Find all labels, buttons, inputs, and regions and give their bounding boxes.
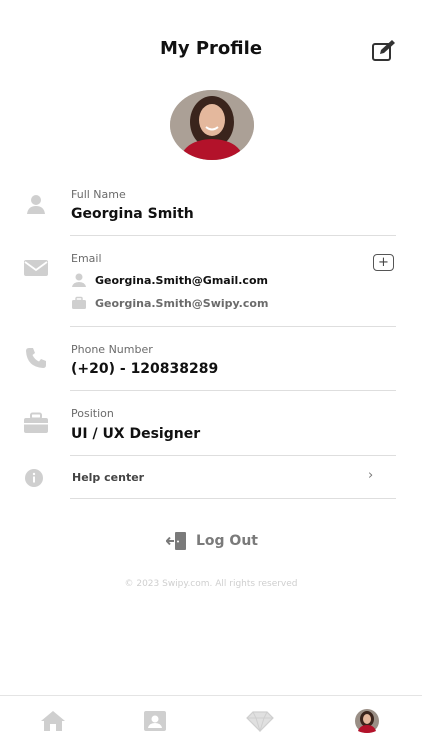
- bottom-tab-bar: [0, 695, 422, 750]
- divider: [70, 390, 396, 391]
- id-card-icon: [144, 711, 166, 731]
- edit-icon: [372, 40, 395, 61]
- tab-premium[interactable]: [245, 708, 275, 734]
- position-label: Position: [71, 407, 114, 420]
- phone-label: Phone Number: [71, 343, 153, 356]
- help-center-item[interactable]: Help center ›: [20, 464, 400, 492]
- phone-icon: [22, 344, 50, 372]
- divider: [70, 326, 396, 327]
- divider: [70, 235, 396, 236]
- page-title: My Profile: [159, 38, 263, 59]
- help-center-label: Help center: [72, 471, 145, 484]
- info-icon: [25, 469, 43, 487]
- divider: [70, 455, 396, 456]
- add-email-button[interactable]: +: [373, 254, 394, 271]
- chevron-right-icon: ›: [368, 468, 374, 483]
- avatar-photo: [170, 90, 254, 160]
- diamond-icon: [246, 711, 274, 732]
- home-icon: [41, 711, 65, 731]
- logout-button[interactable]: Log Out: [166, 530, 258, 552]
- profile-avatar[interactable]: [170, 90, 254, 160]
- logout-icon: [166, 532, 186, 550]
- edit-profile-button[interactable]: [370, 38, 398, 64]
- phone-value: (+20) - 120838289: [71, 361, 219, 377]
- avatar: [355, 709, 379, 733]
- full-name-value: Georgina Smith: [71, 206, 194, 222]
- person-icon: [72, 273, 86, 287]
- divider: [70, 498, 396, 499]
- tab-contacts[interactable]: [140, 708, 170, 734]
- briefcase-icon: [72, 296, 86, 309]
- email-label: Email: [71, 252, 102, 265]
- person-icon: [22, 190, 50, 218]
- copyright-text: © 2023 Swipy.com. All rights reserved: [124, 579, 298, 589]
- copyright-note: © 2023 Swipy.com. All rights reserved: [0, 579, 422, 589]
- email-primary-value: Georgina.Smith@Gmail.com: [95, 273, 268, 287]
- tab-home[interactable]: [38, 708, 68, 734]
- email-primary-row: Georgina.Smith@Gmail.com: [71, 272, 268, 288]
- email-secondary-value: Georgina.Smith@Swipy.com: [95, 296, 269, 310]
- tab-profile[interactable]: [352, 708, 382, 734]
- mail-icon: [22, 254, 50, 282]
- email-secondary-row: Georgina.Smith@Swipy.com: [71, 296, 268, 310]
- position-value: UI / UX Designer: [71, 426, 201, 442]
- briefcase-icon: [22, 409, 50, 437]
- header: My Profile: [0, 0, 422, 90]
- plus-icon: +: [378, 255, 389, 270]
- full-name-label: Full Name: [71, 188, 126, 201]
- logout-label: Log Out: [196, 533, 258, 549]
